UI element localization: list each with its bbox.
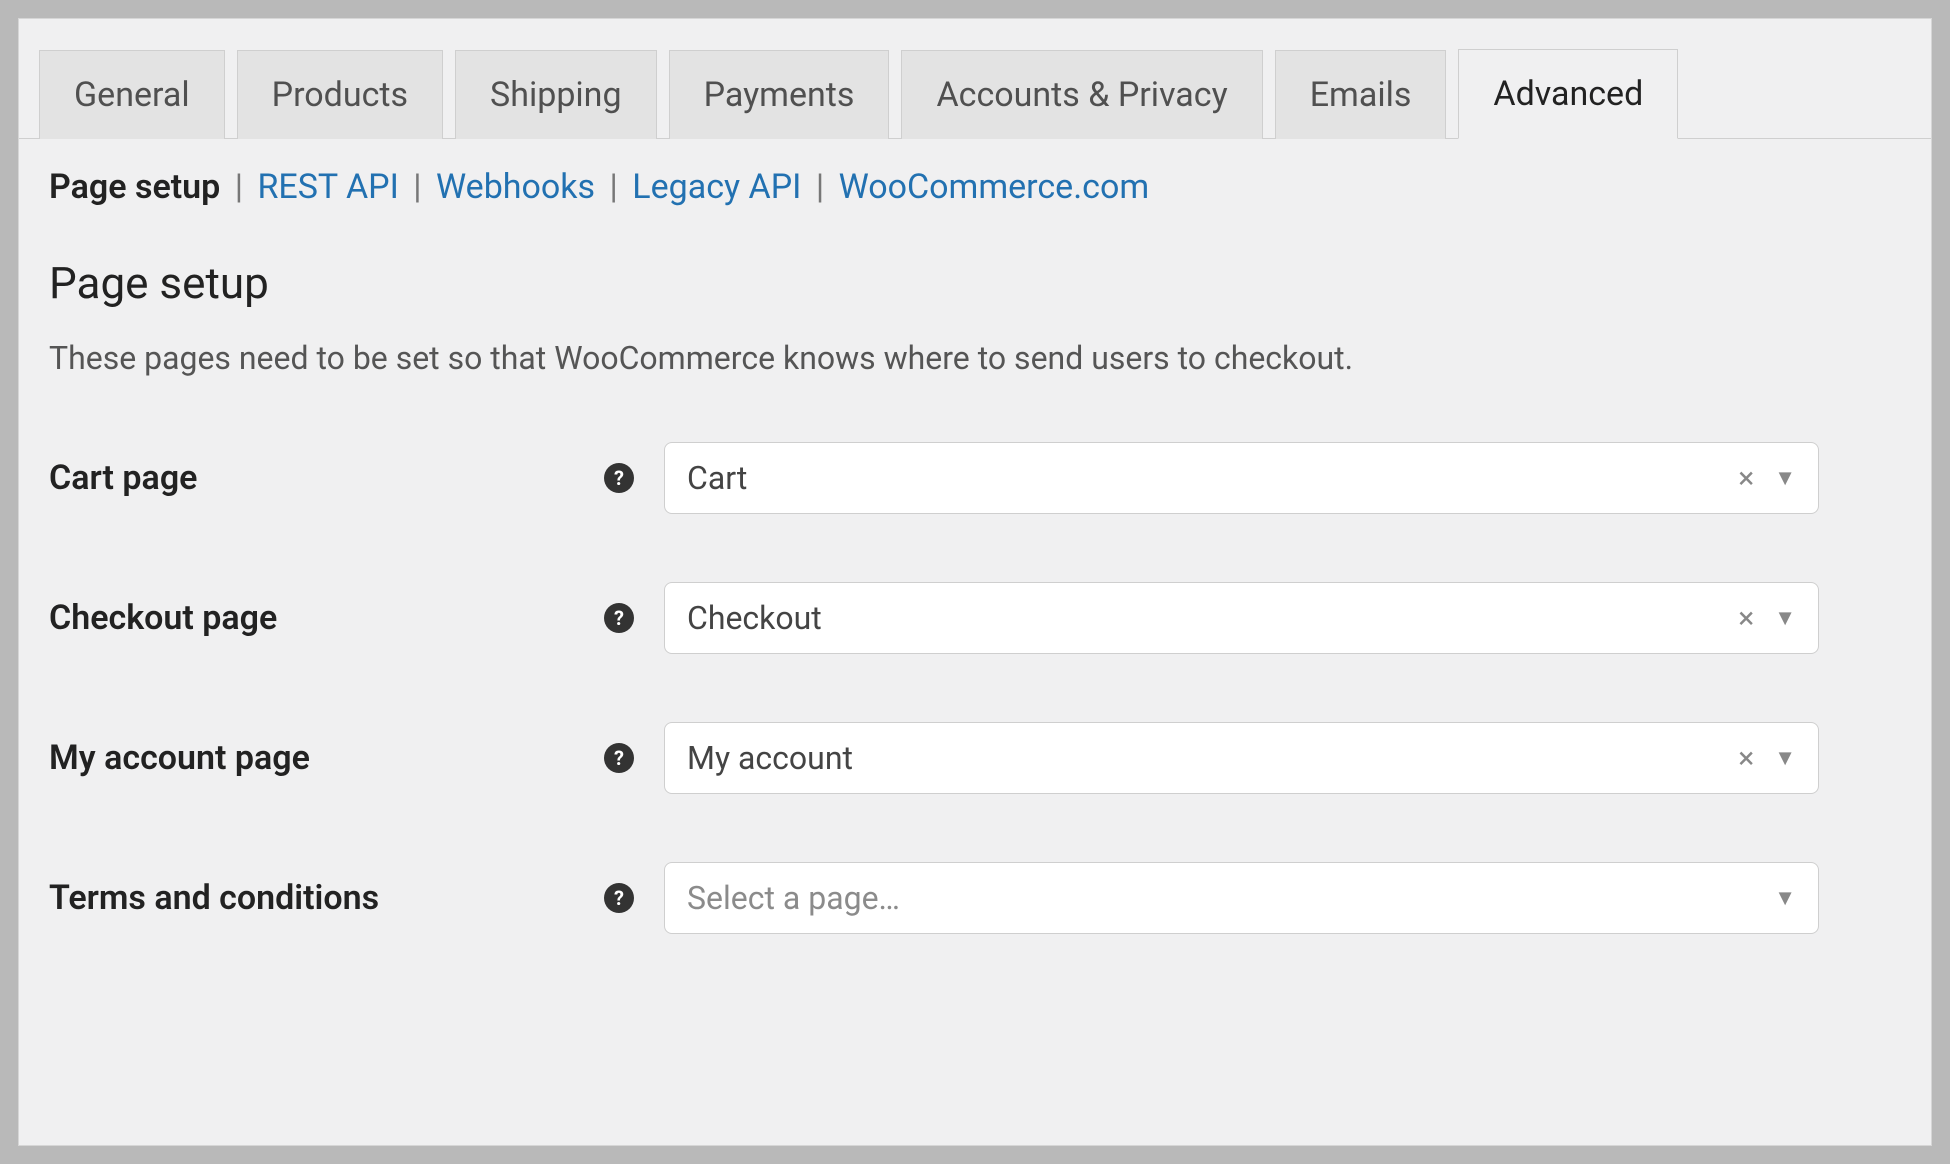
label-terms-conditions: Terms and conditions xyxy=(49,878,604,918)
row-my-account-page: My account page ? My account × ▼ xyxy=(49,722,1901,794)
section-description: These pages need to be set so that WooCo… xyxy=(49,339,1901,377)
question-icon: ? xyxy=(604,603,634,633)
row-checkout-page: Checkout page ? Checkout × ▼ xyxy=(49,582,1901,654)
subnav-link-legacy-api[interactable]: Legacy API xyxy=(632,167,801,207)
tab-payments[interactable]: Payments xyxy=(669,50,890,139)
section-title: Page setup xyxy=(49,257,1901,309)
help-icon-cart[interactable]: ? xyxy=(604,463,664,493)
settings-panel: General Products Shipping Payments Accou… xyxy=(18,18,1932,1146)
question-icon: ? xyxy=(604,463,634,493)
tab-shipping[interactable]: Shipping xyxy=(455,50,657,139)
subnav: Page setup | REST API | Webhooks | Legac… xyxy=(19,139,1931,207)
subnav-link-webhooks[interactable]: Webhooks xyxy=(436,167,595,207)
row-cart-page: Cart page ? Cart × ▼ xyxy=(49,442,1901,514)
select-placeholder: Select a page… xyxy=(687,879,1764,917)
tab-advanced[interactable]: Advanced xyxy=(1458,49,1678,139)
chevron-down-icon: ▼ xyxy=(1774,745,1796,771)
select-terms-page[interactable]: Select a page… ▼ xyxy=(664,862,1819,934)
help-icon-my-account[interactable]: ? xyxy=(604,743,664,773)
label-my-account-page: My account page xyxy=(49,738,604,778)
subnav-current: Page setup xyxy=(49,167,220,207)
select-checkout-page[interactable]: Checkout × ▼ xyxy=(664,582,1819,654)
select-value: My account xyxy=(687,739,1728,777)
subnav-sep: | xyxy=(407,167,436,207)
tab-general[interactable]: General xyxy=(39,50,225,139)
help-icon-checkout[interactable]: ? xyxy=(604,603,664,633)
question-icon: ? xyxy=(604,883,634,913)
subnav-sep: | xyxy=(604,167,633,207)
row-terms-conditions: Terms and conditions ? Select a page… ▼ xyxy=(49,862,1901,934)
label-cart-page: Cart page xyxy=(49,458,604,498)
tab-products[interactable]: Products xyxy=(237,50,443,139)
tab-bar: General Products Shipping Payments Accou… xyxy=(19,19,1931,139)
label-checkout-page: Checkout page xyxy=(49,598,604,638)
tab-emails[interactable]: Emails xyxy=(1275,50,1447,139)
tab-accounts-privacy[interactable]: Accounts & Privacy xyxy=(901,50,1262,139)
chevron-down-icon: ▼ xyxy=(1774,465,1796,491)
clear-icon[interactable]: × xyxy=(1728,601,1764,636)
question-icon: ? xyxy=(604,743,634,773)
help-icon-terms[interactable]: ? xyxy=(604,883,664,913)
select-my-account-page[interactable]: My account × ▼ xyxy=(664,722,1819,794)
select-value: Cart xyxy=(687,459,1728,497)
subnav-link-woocommerce-com[interactable]: WooCommerce.com xyxy=(839,167,1150,207)
chevron-down-icon: ▼ xyxy=(1774,885,1796,911)
select-value: Checkout xyxy=(687,599,1728,637)
select-cart-page[interactable]: Cart × ▼ xyxy=(664,442,1819,514)
clear-icon[interactable]: × xyxy=(1728,741,1764,776)
viewport: General Products Shipping Payments Accou… xyxy=(0,0,1950,1164)
subnav-sep: | xyxy=(229,167,258,207)
chevron-down-icon: ▼ xyxy=(1774,605,1796,631)
subnav-link-rest-api[interactable]: REST API xyxy=(257,167,398,207)
clear-icon[interactable]: × xyxy=(1728,461,1764,496)
subnav-sep: | xyxy=(810,167,839,207)
